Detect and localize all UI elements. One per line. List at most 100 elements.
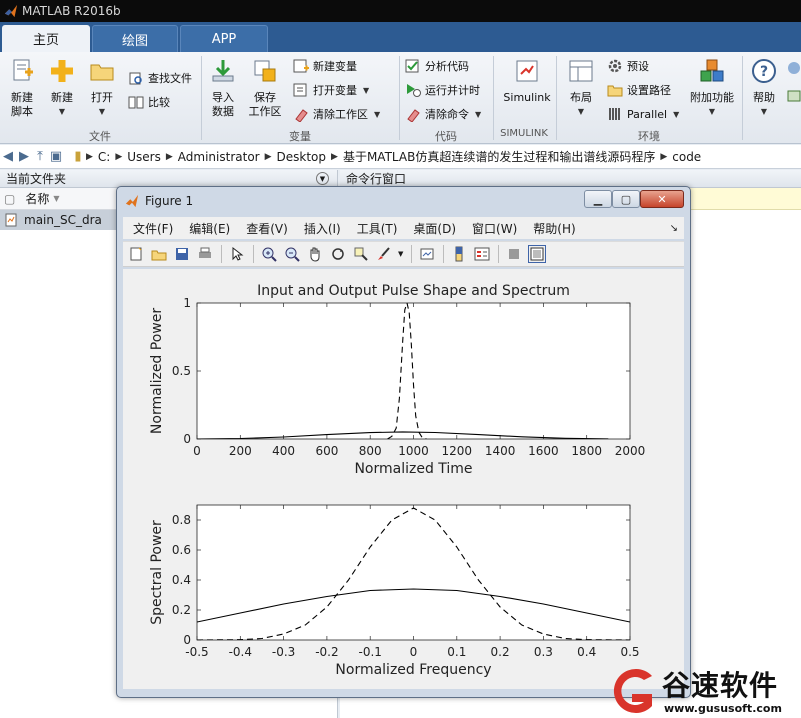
zoom-out-icon[interactable]: [283, 245, 301, 263]
open-label: 打开: [91, 91, 113, 104]
clear-workspace-icon: [295, 109, 308, 122]
clear-workspace-button[interactable]: 清除工作区 ▼: [293, 106, 380, 122]
data-cursor-icon[interactable]: [352, 245, 370, 263]
menu-insert[interactable]: 插入(I): [304, 220, 341, 237]
menu-view[interactable]: 查看(V): [246, 220, 288, 237]
menu-tools[interactable]: 工具(T): [357, 220, 398, 237]
forward-arrow-icon[interactable]: ▶: [16, 149, 32, 164]
new-script-button[interactable]: 新建 脚本: [4, 58, 40, 119]
compare-button[interactable]: 比较: [128, 94, 170, 110]
panel-menu-icon[interactable]: ▼: [316, 172, 329, 185]
breadcrumb-item[interactable]: C:: [98, 150, 110, 164]
name-column-label: 名称: [25, 192, 50, 206]
find-files-button[interactable]: 查找文件: [128, 70, 192, 86]
parallel-icon: [609, 108, 620, 120]
tab-plots[interactable]: 绘图: [92, 25, 178, 52]
browse-folder-icon[interactable]: ▣: [48, 149, 64, 164]
close-button[interactable]: ✕: [640, 190, 684, 208]
x-tick-label: 1200: [442, 444, 473, 458]
preferences-button[interactable]: 预设: [607, 58, 649, 74]
layout-button[interactable]: 布局 ▼: [563, 58, 599, 119]
set-path-label: 设置路径: [627, 84, 671, 97]
zoom-in-icon[interactable]: [260, 245, 278, 263]
parallel-button[interactable]: Parallel ▼: [607, 106, 679, 122]
address-bar: ◀ ▶ ⤒ ▣ ▮ ▶ C: ▶ Users ▶ Administrator ▶…: [0, 145, 801, 169]
save-icon[interactable]: [173, 245, 191, 263]
hide-plot-tools-icon[interactable]: [505, 245, 523, 263]
breadcrumb-item[interactable]: 基于MATLAB仿真超连续谱的发生过程和输出谱线源码程序: [343, 148, 655, 165]
preferences-label: 预设: [627, 60, 649, 73]
compare-icon: [128, 96, 144, 109]
breadcrumb-separator-icon: ▶: [165, 151, 173, 162]
minimize-button[interactable]: ▁: [584, 190, 612, 208]
request-support-button[interactable]: [786, 88, 801, 104]
variable-group-label: 变量: [289, 130, 311, 143]
breadcrumb-separator-icon: ▶: [331, 151, 338, 162]
x-tick-label: 1800: [571, 444, 602, 458]
analyze-code-label: 分析代码: [425, 60, 469, 73]
show-plot-tools-icon[interactable]: [528, 245, 547, 263]
menu-window[interactable]: 窗口(W): [472, 220, 517, 237]
find-files-icon: [129, 72, 142, 85]
import-data-button[interactable]: 导入 数据: [205, 58, 241, 119]
menu-edit[interactable]: 编辑(E): [189, 220, 230, 237]
edit-plot-arrow-icon[interactable]: [228, 245, 246, 263]
up-folder-icon[interactable]: ⤒: [32, 149, 48, 164]
colorbar-icon[interactable]: [450, 245, 468, 263]
breadcrumb-item[interactable]: code: [672, 150, 701, 164]
brush-icon[interactable]: [375, 245, 393, 263]
breadcrumb-item[interactable]: Desktop: [277, 150, 327, 164]
open-variable-label: 打开变量: [313, 84, 357, 97]
open-button[interactable]: 打开 ▼: [84, 58, 120, 119]
toolbar-divider: [443, 245, 445, 263]
menu-file[interactable]: 文件(F): [133, 220, 173, 237]
chart-title: Input and Output Pulse Shape and Spectru…: [257, 283, 570, 299]
watermark-name: 谷速软件: [662, 669, 779, 702]
community-button[interactable]: [786, 60, 801, 76]
x-axis-label: Normalized Frequency: [335, 662, 491, 678]
addons-button[interactable]: 附加功能 ▼: [686, 58, 738, 119]
analyze-code-button[interactable]: 分析代码: [405, 58, 469, 74]
clear-commands-button[interactable]: 清除命令 ▼: [405, 106, 481, 122]
maximize-button[interactable]: ▢: [612, 190, 640, 208]
new-figure-icon[interactable]: [127, 245, 145, 263]
toolbar-divider: [253, 245, 254, 263]
x-axis-label: Normalized Time: [354, 461, 472, 477]
back-arrow-icon[interactable]: ◀: [0, 149, 16, 164]
x-tick-label: 2000: [615, 444, 646, 458]
breadcrumb-item[interactable]: Administrator: [178, 150, 260, 164]
code-group-label: 代码: [435, 130, 457, 143]
support-icon: [787, 90, 801, 102]
run-and-time-button[interactable]: 运行并计时: [405, 82, 480, 98]
help-button[interactable]: ? 帮助 ▼: [747, 58, 781, 119]
y-axis-label: Normalized Power: [149, 308, 165, 434]
open-variable-button[interactable]: 打开变量 ▼: [293, 82, 369, 98]
menu-desktop[interactable]: 桌面(D): [413, 220, 456, 237]
rotate-3d-icon[interactable]: [329, 245, 347, 263]
matlab-script-file-icon: [5, 213, 17, 227]
link-plot-icon[interactable]: [418, 245, 436, 263]
tab-home[interactable]: 主页: [2, 25, 90, 52]
new-button[interactable]: 新建 ▼: [44, 58, 80, 119]
print-icon[interactable]: [196, 245, 214, 263]
pan-hand-icon[interactable]: [306, 245, 324, 263]
watermark-url: www.gususoft.com: [664, 702, 782, 715]
simulink-button[interactable]: Simulink: [500, 58, 554, 105]
dock-arrow-icon[interactable]: ↘: [670, 223, 678, 234]
menu-help[interactable]: 帮助(H): [533, 220, 575, 237]
tab-apps[interactable]: APP: [180, 25, 268, 52]
save-workspace-button[interactable]: 保存 工作区: [245, 58, 285, 119]
open-file-icon[interactable]: [150, 245, 168, 263]
help-question-icon: ?: [752, 59, 776, 83]
new-variable-button[interactable]: 新建变量: [293, 58, 357, 74]
set-path-button[interactable]: 设置路径: [607, 82, 671, 98]
chevron-down-icon: ▼: [577, 107, 585, 116]
brush-dropdown-icon[interactable]: ▼: [398, 250, 403, 258]
x-tick-label: 1000: [398, 444, 429, 458]
x-tick-label: 0: [410, 645, 418, 659]
breadcrumb-item[interactable]: Users: [127, 150, 161, 164]
import-data-label: 导入 数据: [212, 91, 234, 118]
new-variable-icon: [293, 59, 309, 73]
chevron-down-icon: ▼: [363, 85, 370, 95]
legend-icon[interactable]: [473, 245, 491, 263]
